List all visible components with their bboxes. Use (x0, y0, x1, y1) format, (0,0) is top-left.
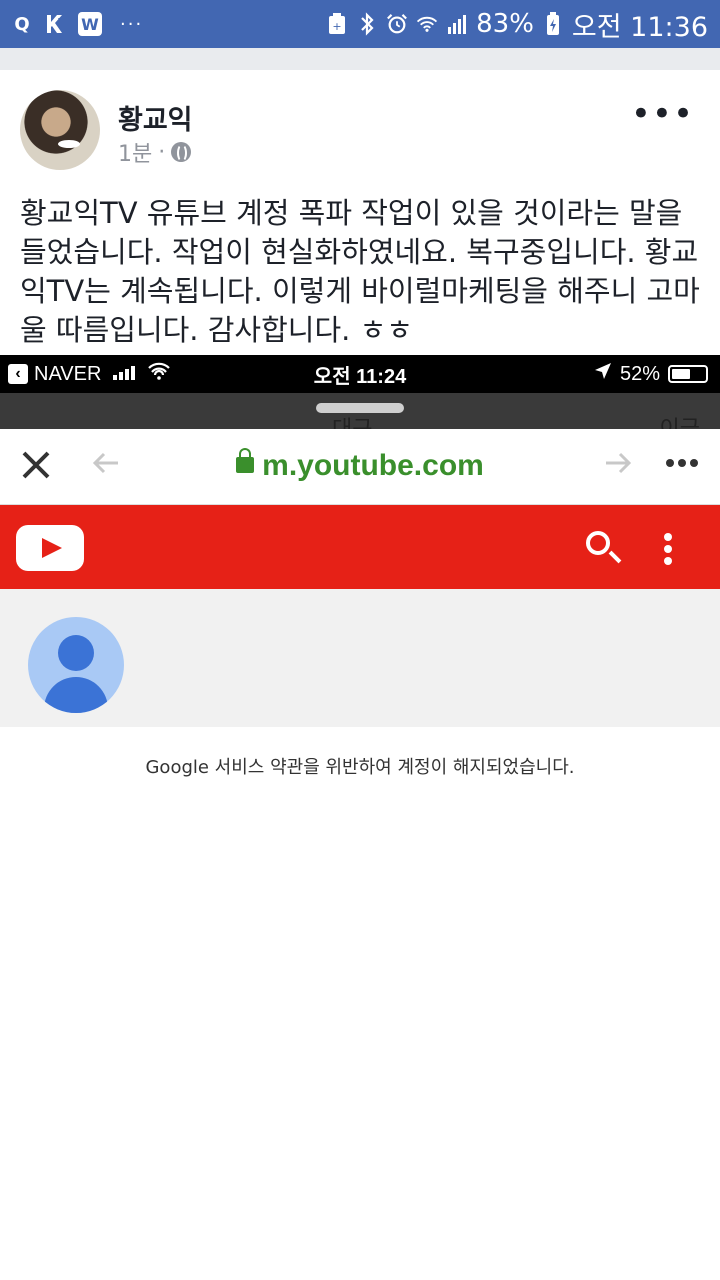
kebab-icon (664, 533, 674, 567)
status-bar: Q W ··· + 83% 오전 11:36 (0, 0, 720, 48)
battery-icon (542, 12, 564, 35)
w-app-icon: W (78, 12, 102, 36)
embedded-battery-icon (668, 365, 708, 383)
embedded-signal-icon (113, 364, 141, 385)
wifi-icon (416, 13, 438, 35)
post-author[interactable]: 황교익 (118, 98, 193, 137)
embedded-carrier: NAVER (34, 362, 102, 385)
youtube-header (0, 505, 720, 589)
feed-divider (0, 48, 720, 70)
post-image[interactable]: ‹ NAVER 오전 11:24 52% 대구 이긍 (0, 355, 720, 1280)
back-to-app-icon: ‹ (8, 364, 28, 384)
post-options-button[interactable]: ••• (631, 97, 694, 131)
alarm-icon (386, 13, 408, 35)
location-icon (594, 362, 612, 386)
battery-percent: 83% (476, 9, 534, 39)
default-avatar-icon (28, 617, 124, 713)
youtube-logo-icon (16, 525, 84, 571)
url-text: m.youtube.com (262, 449, 484, 482)
data-saver-icon: + (326, 13, 348, 35)
search-icon (586, 531, 610, 555)
account-header (0, 589, 720, 727)
feed-post: 황교익 1분 · ••• 황교익TV 유튜브 계정 폭파 작업이 있을 것이라는… (0, 70, 720, 1280)
more-notifications-icon: ··· (120, 13, 144, 35)
post-text: 황교익TV 유튜브 계정 폭파 작업이 있을 것이라는 말을 들었습니다. 작업… (20, 196, 700, 347)
post-meta: 1분 · (118, 136, 192, 168)
sheet-handle (316, 403, 404, 413)
embedded-battery-percent: 52% (619, 362, 660, 385)
more-icon (662, 443, 702, 492)
bluetooth-icon (356, 12, 378, 36)
globe-icon (171, 142, 192, 162)
in-app-browser: m.youtube.com Google 서비스 약관을 위반하여 계정이 해지… (0, 429, 720, 1280)
post-time[interactable]: 1분 (118, 136, 152, 168)
meta-separator: · (158, 139, 166, 165)
signal-icon (446, 13, 468, 35)
embedded-wifi-icon (147, 362, 171, 386)
termination-message: Google 서비스 약관을 위반하여 계정이 해지되었습니다. (145, 757, 575, 778)
embedded-status-bar: ‹ NAVER 오전 11:24 52% (0, 355, 720, 393)
browser-nav: m.youtube.com (0, 429, 720, 505)
k-app-icon (44, 12, 68, 36)
forward-arrow-icon (602, 447, 634, 487)
lock-icon (236, 448, 255, 474)
status-time: 오전 11:36 (571, 11, 708, 43)
search-q-icon: Q (14, 13, 30, 35)
svg-text:+: + (333, 20, 342, 33)
avatar[interactable] (20, 90, 100, 170)
